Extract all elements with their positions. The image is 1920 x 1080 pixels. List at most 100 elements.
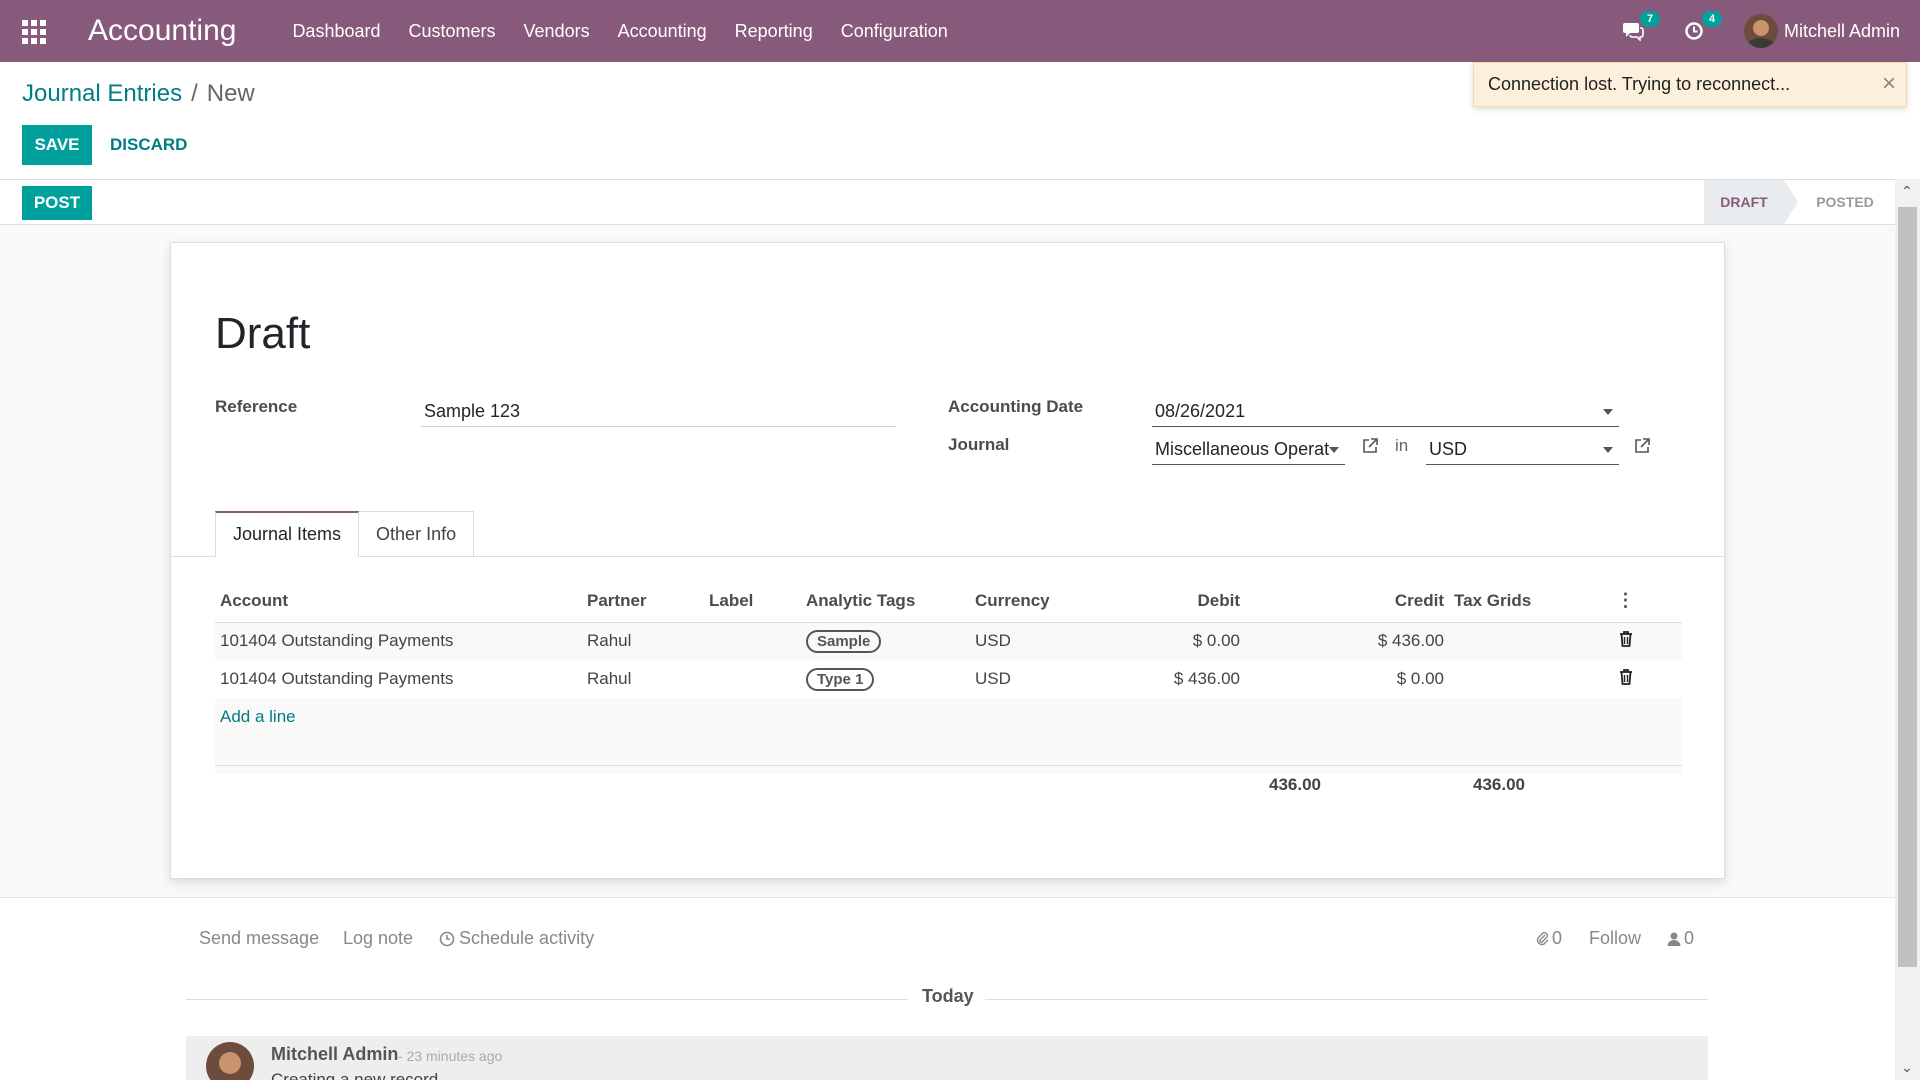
app-name[interactable]: Accounting [88,14,236,48]
date-separator-line-left [186,999,908,1000]
scroll-up-icon[interactable]: ⌃ [1901,183,1913,200]
user-avatar [1743,14,1778,48]
reference-label: Reference [215,397,298,416]
connection-notification: Connection lost. Trying to reconnect... … [1473,62,1907,107]
save-button[interactable]: SAVE [22,125,92,165]
delete-row-button[interactable] [1569,660,1682,698]
messaging-menu[interactable]: 7 [1622,11,1661,41]
col-tax-grids[interactable]: Tax Grids [1449,580,1569,623]
accounting-date-input[interactable]: 08/26/2021 [1152,395,1619,427]
apps-menu-icon[interactable] [22,20,48,44]
cell-currency[interactable]: USD [970,622,1105,660]
scroll-down-icon[interactable]: ⌄ [1901,1059,1913,1076]
col-partner[interactable]: Partner [582,580,704,623]
accounting-date-label: Accounting Date [948,397,1084,416]
breadcrumb: Journal Entries / New [22,80,255,108]
journal-select[interactable]: Miscellaneous Operat [1152,433,1345,465]
clock-icon [439,931,455,946]
message-author[interactable]: Mitchell Admin [271,1044,398,1065]
col-debit[interactable]: Debit [1105,580,1245,623]
total-credit: 436.00 [1473,775,1525,794]
followers-count: 0 [1684,928,1695,948]
menu-vendors[interactable]: Vendors [524,21,590,42]
table-header-row: Account Partner Label Analytic Tags Curr… [215,580,1682,623]
cell-label[interactable] [704,660,801,698]
col-label[interactable]: Label [704,580,801,623]
tab-journal-items[interactable]: Journal Items [215,511,360,557]
col-account[interactable]: Account [215,580,582,623]
top-navbar: Accounting Dashboard Customers Vendors A… [0,0,1920,62]
cell-label[interactable] [704,622,801,660]
journal-value: Miscellaneous Operat [1155,439,1330,459]
user-menu[interactable]: Mitchell Admin [1743,14,1900,48]
message-avatar[interactable] [206,1042,254,1080]
accounting-date-value: 08/26/2021 [1155,401,1246,421]
breadcrumb-separator: / [191,80,198,107]
schedule-activity-button[interactable]: Schedule activity [439,928,594,949]
log-note-button[interactable]: Log note [343,928,413,949]
discard-button[interactable]: DISCARD [100,125,197,165]
add-line-link[interactable]: Add a line [220,707,296,726]
cell-currency[interactable]: USD [970,660,1105,698]
clock-icon [1685,22,1703,40]
menu-reporting[interactable]: Reporting [735,21,813,42]
chevron-down-icon [1603,409,1613,415]
cell-credit[interactable]: $ 0.00 [1245,660,1449,698]
journal-label: Journal [948,435,1010,454]
table-row[interactable]: 101404 Outstanding Payments Rahul Sample… [215,622,1682,660]
cell-debit[interactable]: $ 436.00 [1105,660,1245,698]
trash-icon [1619,668,1632,685]
date-separator-line-right [985,999,1708,1000]
external-link-icon[interactable] [1633,437,1651,455]
cell-debit[interactable]: $ 0.00 [1105,622,1245,660]
external-link-icon[interactable] [1361,437,1379,455]
col-currency[interactable]: Currency [970,580,1105,623]
chevron-down-icon [1329,447,1339,453]
close-icon[interactable]: × [1882,72,1896,96]
cell-partner[interactable]: Rahul [582,622,704,660]
schedule-activity-label: Schedule activity [459,928,595,948]
cell-tax-grids[interactable] [1449,622,1569,660]
attachments-button[interactable]: 0 [1535,928,1562,949]
post-button[interactable]: POST [22,186,92,220]
send-message-button[interactable]: Send message [199,928,319,949]
message-body: Creating a new record... [271,1070,453,1080]
systray: 7 4 Mitchell Admin [1622,0,1900,62]
stage-posted[interactable]: POSTED [1800,180,1890,224]
optional-columns-icon[interactable]: ⋮ [1569,580,1682,623]
breadcrumb-journal-entries[interactable]: Journal Entries [22,80,182,108]
cell-analytic-tags[interactable]: Sample [801,622,970,660]
chatter: Send message Log note Schedule activity … [0,897,1895,1080]
tabs-divider [171,556,1724,557]
scrollbar-thumb[interactable] [1898,207,1917,967]
cell-tax-grids[interactable] [1449,660,1569,698]
currency-select[interactable]: USD [1426,433,1619,465]
cell-partner[interactable]: Rahul [582,660,704,698]
currency-value: USD [1429,439,1468,459]
delete-row-button[interactable] [1569,622,1682,660]
stage-draft: DRAFT [1704,180,1798,224]
messages-badge: 7 [1639,11,1661,27]
col-credit[interactable]: Credit [1245,580,1449,623]
tab-other-info[interactable]: Other Info [359,511,475,557]
menu-customers[interactable]: Customers [409,21,496,42]
menu-dashboard[interactable]: Dashboard [292,21,380,42]
menu-accounting[interactable]: Accounting [618,21,707,42]
col-analytic-tags[interactable]: Analytic Tags [801,580,970,623]
cell-account[interactable]: 101404 Outstanding Payments [215,622,582,660]
cell-account[interactable]: 101404 Outstanding Payments [215,660,582,698]
add-line-row: Add a line [215,698,1682,736]
menu-configuration[interactable]: Configuration [841,21,948,42]
follow-button[interactable]: Follow [1589,928,1641,949]
reference-input[interactable]: Sample 123 [421,395,896,427]
user-name: Mitchell Admin [1783,20,1900,41]
analytic-tag: Sample [806,629,882,653]
followers-button[interactable]: 0 [1667,928,1694,949]
page-scrollbar[interactable]: ⌃ ⌄ [1895,179,1920,1080]
table-row[interactable]: 101404 Outstanding Payments Rahul Type 1… [215,660,1682,698]
activity-menu[interactable]: 4 [1684,11,1723,41]
main-menu: Dashboard Customers Vendors Accounting R… [292,21,975,42]
cell-analytic-tags[interactable]: Type 1 [801,660,970,698]
date-separator: Today [922,986,974,1006]
cell-credit[interactable]: $ 436.00 [1245,622,1449,660]
